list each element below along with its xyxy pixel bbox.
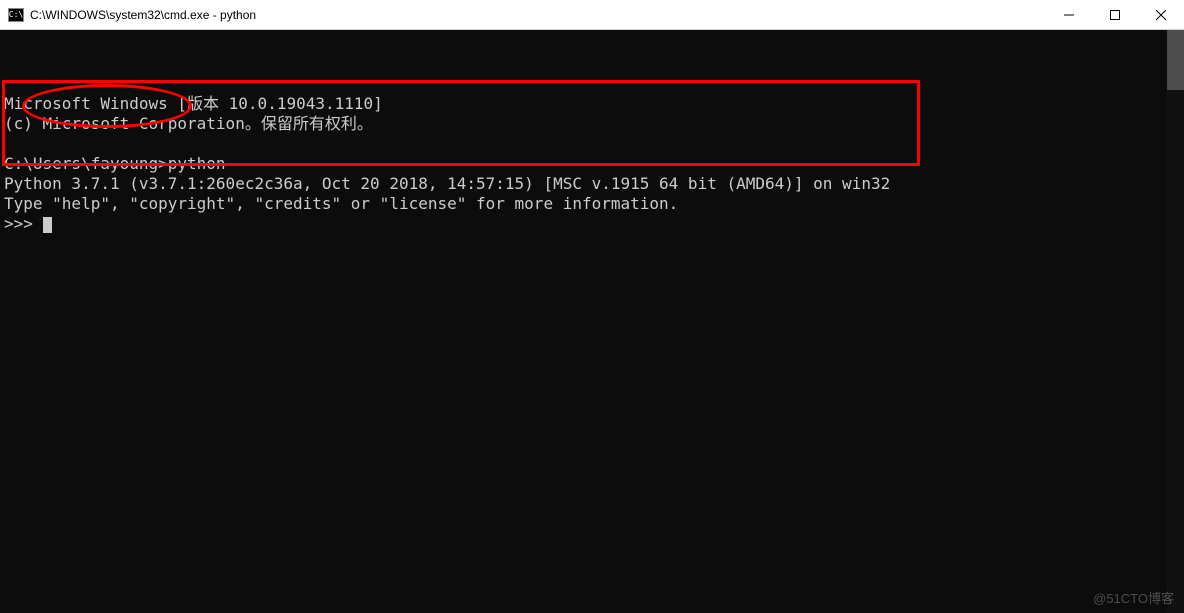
close-button[interactable] [1138,0,1184,29]
watermark: @51CTO博客 [1093,588,1174,607]
minimize-button[interactable] [1046,0,1092,29]
scrollbar-thumb[interactable] [1167,30,1184,90]
terminal-line: Microsoft Windows [版本 10.0.19043.1110] [4,94,383,113]
terminal-prompt: >>> [4,214,43,233]
terminal-line: Type "help", "copyright", "credits" or "… [4,194,678,213]
title-left: C:\ C:\WINDOWS\system32\cmd.exe - python [0,8,256,22]
cmd-icon: C:\ [8,8,24,22]
terminal[interactable]: Microsoft Windows [版本 10.0.19043.1110] (… [0,30,1184,613]
terminal-line: (c) Microsoft Corporation。保留所有权利。 [4,114,373,133]
terminal-line: C:\Users\fayoung>python [4,154,226,173]
titlebar: C:\ C:\WINDOWS\system32\cmd.exe - python [0,0,1184,30]
cursor [43,217,52,233]
window-controls [1046,0,1184,29]
terminal-line: Python 3.7.1 (v3.7.1:260ec2c36a, Oct 20 … [4,174,890,193]
terminal-content: Microsoft Windows [版本 10.0.19043.1110] (… [4,74,1184,254]
window-title: C:\WINDOWS\system32\cmd.exe - python [30,8,256,22]
scrollbar[interactable] [1167,30,1184,613]
maximize-button[interactable] [1092,0,1138,29]
